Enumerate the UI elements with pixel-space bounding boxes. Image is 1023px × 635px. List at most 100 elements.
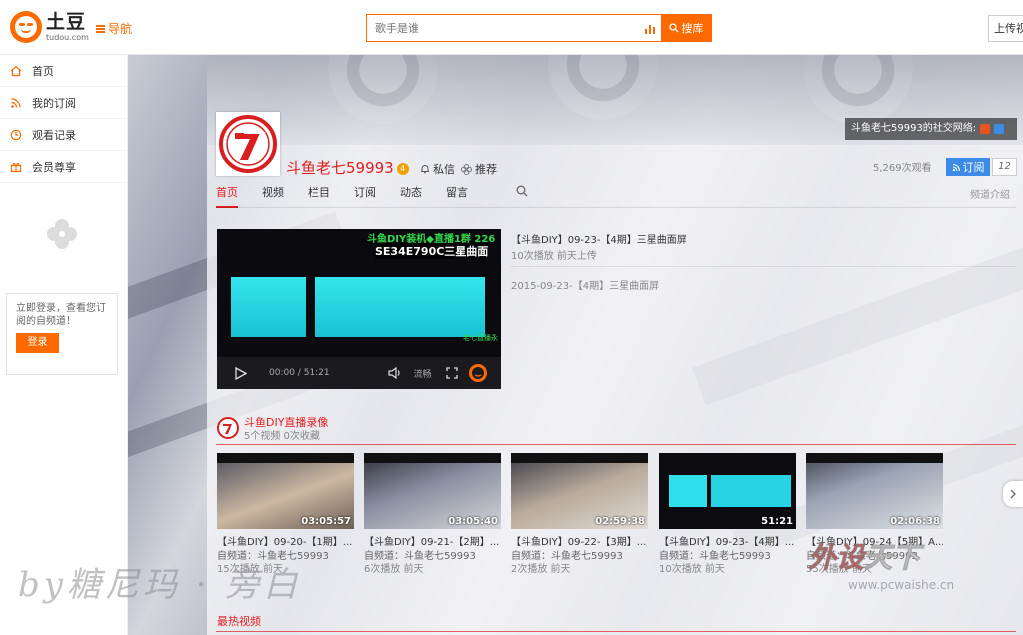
sidebar-item-vip[interactable]: 会员尊享 bbox=[0, 151, 127, 183]
player-overlay-title: SE34E790C三星曲面 bbox=[375, 243, 489, 259]
channel-tabs: 首页 视频 栏目 订阅 动态 留言 bbox=[216, 184, 492, 208]
tab-activity[interactable]: 动态 bbox=[400, 184, 422, 208]
sidebar-item-history[interactable]: 观看记录 bbox=[0, 119, 127, 151]
featured-video-meta: 10次播放 前天上传 bbox=[511, 251, 597, 262]
search-icon bbox=[668, 23, 678, 33]
sidebar-item-subscriptions[interactable]: 我的订阅 bbox=[0, 87, 127, 119]
tab-home[interactable]: 首页 bbox=[216, 184, 238, 208]
subscribe-button[interactable]: 订阅 bbox=[946, 158, 990, 176]
video-duration: 02:59:38 bbox=[595, 516, 645, 527]
left-sidebar: 首页 我的订阅 观看记录 会员尊享 立即登录，查看您订阅的自频道！ 登录 bbox=[0, 55, 128, 635]
video-thumbnail[interactable]: 02:59:38 bbox=[511, 453, 648, 529]
quality-selector[interactable]: 流畅 bbox=[414, 367, 432, 380]
player-frame-right-screen bbox=[315, 277, 485, 337]
rss-icon bbox=[10, 97, 22, 109]
subscriber-count: 12 bbox=[992, 158, 1017, 176]
featured-video-title[interactable]: 【斗鱼DIY】09-23-【4期】三星曲面屏 bbox=[511, 231, 687, 246]
weibo-icon[interactable] bbox=[980, 124, 991, 134]
fullscreen-icon[interactable] bbox=[446, 367, 458, 379]
video-duration: 03:05:57 bbox=[301, 516, 351, 527]
video-meta: 2次播放 前天 bbox=[511, 564, 571, 575]
social-network-label: 斗鱼老七59993的社交网络: bbox=[851, 123, 977, 134]
tabs-divider bbox=[216, 207, 1016, 208]
playlist-divider bbox=[216, 444, 1016, 445]
recommend-label: 推荐 bbox=[475, 163, 497, 176]
upload-button[interactable]: 上传视 bbox=[988, 15, 1023, 42]
author-watermark: by糖尼玛 · 旁白 bbox=[18, 565, 302, 605]
hot-videos-title: 最热视频 bbox=[217, 615, 261, 628]
rss-icon bbox=[952, 163, 960, 171]
tudou-face-icon bbox=[10, 11, 42, 43]
video-title[interactable]: 【斗鱼DIY】09-22-【3期】... bbox=[511, 533, 648, 548]
site-watermark-a: 外设 bbox=[807, 541, 865, 575]
logo-domain: tudou.com bbox=[46, 32, 89, 42]
volume-icon[interactable] bbox=[388, 367, 402, 379]
play-icon[interactable] bbox=[235, 366, 247, 380]
channel-name-text: 斗鱼老七59993 bbox=[286, 159, 394, 177]
playlist-meta: 5个视频 0次收藏 bbox=[244, 431, 320, 442]
video-player[interactable]: 斗鱼DIY装机◆直播1群 226 SE34E790C三星曲面 老七直播永 00:… bbox=[217, 229, 501, 389]
related-video-link[interactable]: 2015-09-23-【4期】三星曲面屏 bbox=[511, 277, 659, 292]
video-thumbnail[interactable]: 03:05:40 bbox=[364, 453, 501, 529]
bell-icon bbox=[421, 165, 429, 174]
login-button[interactable]: 登录 bbox=[16, 333, 59, 353]
player-controls: 00:00 / 51:21 流畅 bbox=[217, 357, 501, 389]
player-overlay-note: 老七直播永 bbox=[463, 334, 498, 342]
sidebar-item-label: 我的订阅 bbox=[32, 96, 76, 110]
video-title[interactable]: 【斗鱼DIY】09-21-【2期】... bbox=[364, 533, 501, 548]
private-message-button[interactable]: 私信 bbox=[420, 161, 455, 177]
video-thumbnail[interactable]: 03:05:57 bbox=[217, 453, 354, 529]
tab-columns[interactable]: 栏目 bbox=[308, 184, 330, 208]
video-meta: 10次播放 前天 bbox=[659, 564, 725, 575]
search-button-label: 搜库 bbox=[681, 22, 704, 35]
tab-comments[interactable]: 留言 bbox=[446, 184, 468, 208]
site-watermark-url: www.pcwaishe.cn bbox=[848, 578, 955, 592]
player-time: 00:00 / 51:21 bbox=[269, 368, 330, 378]
nav-menu-label: 导航 bbox=[108, 22, 133, 36]
subscribe-label: 订阅 bbox=[962, 161, 985, 174]
channel-name[interactable]: 斗鱼老七59993 4 bbox=[286, 157, 409, 178]
clover-small-icon bbox=[461, 163, 472, 175]
view-count: 5,269次观看 bbox=[873, 163, 932, 174]
login-prompt: 立即登录，查看您订阅的自频道！ 登录 bbox=[6, 293, 118, 375]
home-icon bbox=[10, 65, 22, 77]
gift-icon bbox=[10, 161, 22, 173]
clock-icon bbox=[10, 129, 22, 141]
video-thumbnail[interactable]: 02:06:38 bbox=[806, 453, 943, 529]
qq-icon[interactable] bbox=[994, 124, 1005, 134]
playlist-next-button[interactable] bbox=[1003, 481, 1023, 507]
tudou-player-logo-icon bbox=[468, 364, 487, 382]
search-button[interactable]: 搜库 bbox=[661, 15, 711, 41]
nav-menu-button[interactable]: 导航 bbox=[96, 20, 132, 37]
chevron-right-icon bbox=[1010, 489, 1016, 499]
bar-chart-icon[interactable] bbox=[639, 15, 661, 41]
site-watermark-b: 天下 bbox=[864, 541, 921, 575]
private-message-label: 私信 bbox=[433, 163, 455, 176]
video-title[interactable]: 【斗鱼DIY】09-23-【4期】... bbox=[659, 533, 796, 548]
sidebar-item-label: 首页 bbox=[32, 64, 54, 78]
recommend-button[interactable]: 推荐 bbox=[461, 161, 497, 177]
video-meta: 6次播放 前天 bbox=[364, 564, 424, 575]
site-watermark: 外设天下 www.pcwaishe.cn bbox=[807, 536, 1008, 593]
tab-videos[interactable]: 视频 bbox=[262, 184, 284, 208]
video-title[interactable]: 【斗鱼DIY】09-20-【1期】... bbox=[217, 533, 354, 548]
top-header: 土豆 tudou.com 导航 搜库 上传视 bbox=[0, 0, 1023, 55]
video-thumbnail[interactable]: 51:21 bbox=[659, 453, 796, 529]
featured-divider bbox=[511, 266, 1016, 267]
video-duration: 51:21 bbox=[761, 516, 793, 527]
sidebar-item-home[interactable]: 首页 bbox=[0, 55, 127, 87]
video-duration: 03:05:40 bbox=[448, 516, 498, 527]
search-input[interactable] bbox=[367, 15, 639, 41]
tab-subscriptions[interactable]: 订阅 bbox=[354, 184, 376, 208]
login-prompt-text: 立即登录，查看您订阅的自频道！ bbox=[16, 303, 106, 327]
player-frame-left-screen bbox=[231, 277, 306, 337]
playlist-avatar-icon bbox=[217, 417, 239, 439]
search-bar: 搜库 bbox=[366, 14, 712, 42]
channel-intro-link[interactable]: 频道介绍 bbox=[970, 186, 1010, 201]
video-duration: 02:06:38 bbox=[890, 516, 940, 527]
channel-avatar[interactable] bbox=[216, 112, 280, 176]
logo-title: 土豆 bbox=[46, 10, 87, 33]
hot-videos-divider bbox=[216, 631, 1016, 632]
tudou-logo[interactable]: 土豆 tudou.com bbox=[10, 11, 89, 43]
search-icon[interactable] bbox=[516, 185, 528, 197]
